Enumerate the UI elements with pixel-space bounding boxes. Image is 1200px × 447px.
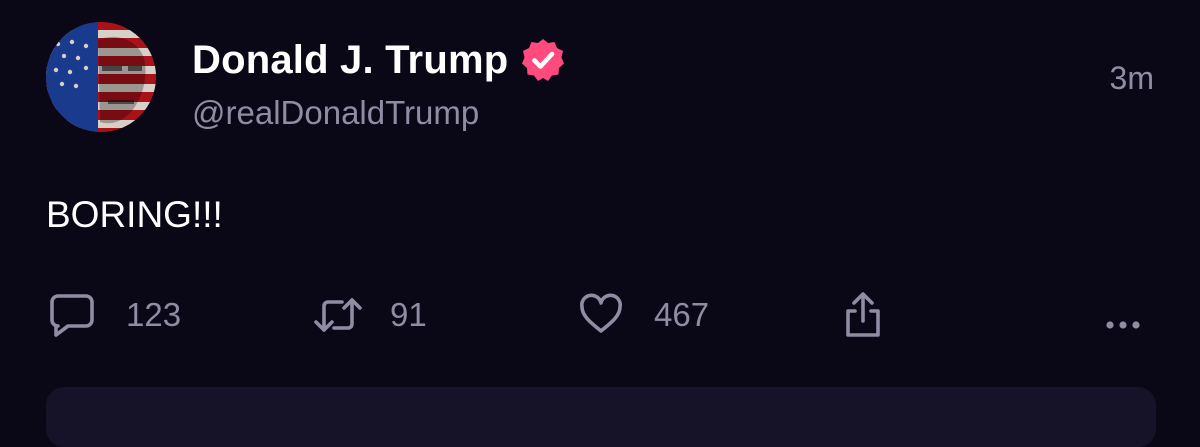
author-row: Donald J. Trump: [192, 34, 566, 86]
verified-badge-icon: [520, 37, 566, 83]
like-button[interactable]: 467: [578, 292, 709, 338]
retruth-count: 91: [390, 296, 427, 333]
next-post-card: [46, 387, 1156, 447]
post-timestamp[interactable]: 3m: [1110, 60, 1154, 97]
avatar[interactable]: [46, 22, 156, 132]
share-icon: [846, 292, 880, 337]
share-button[interactable]: [842, 292, 884, 338]
more-options-button[interactable]: [1100, 302, 1146, 348]
author-name[interactable]: Donald J. Trump: [192, 38, 508, 83]
author-handle[interactable]: @realDonaldTrump: [192, 94, 479, 132]
reply-button[interactable]: 123: [48, 292, 181, 338]
avatar-image: [46, 22, 156, 132]
more-icon: [1106, 321, 1140, 329]
reply-icon: [50, 294, 94, 337]
like-count: 467: [654, 296, 710, 333]
heart-icon: [580, 293, 622, 333]
post-text: BORING!!!: [46, 194, 223, 235]
retruth-icon: [314, 298, 362, 332]
reply-count: 123: [126, 296, 182, 333]
post: Donald J. Trump @realDonaldTrump 3m BORI…: [0, 0, 1200, 447]
retruth-button[interactable]: 91: [312, 292, 427, 338]
